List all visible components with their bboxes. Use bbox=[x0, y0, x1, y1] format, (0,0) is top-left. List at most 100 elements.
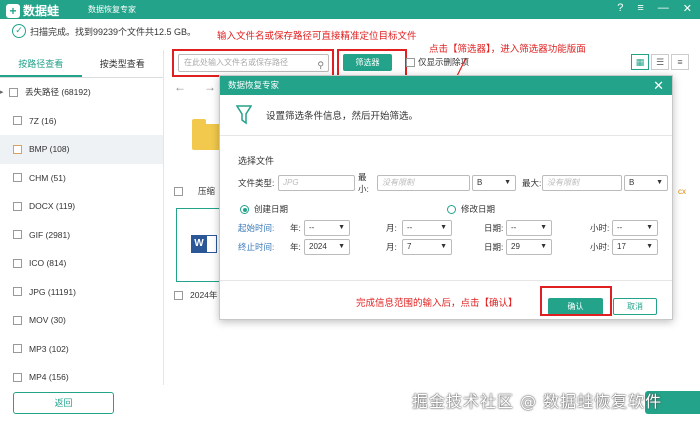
chevron-down-icon: ▼ bbox=[656, 179, 663, 186]
max-size-label: 最大: bbox=[522, 178, 542, 188]
minimize-icon[interactable]: — bbox=[658, 2, 669, 15]
tree-item[interactable]: DOCX (119) bbox=[0, 192, 163, 221]
tree-item-label: MP3 (102) bbox=[29, 343, 69, 354]
file-checkbox[interactable] bbox=[174, 290, 183, 300]
created-date-radio[interactable] bbox=[240, 204, 249, 214]
min-size-input[interactable]: 没有限制 bbox=[377, 175, 470, 191]
tree-checkbox[interactable] bbox=[13, 173, 22, 183]
start-time-label: 起始时间: bbox=[238, 223, 275, 233]
tree-item[interactable]: BMP (108) bbox=[0, 135, 163, 164]
day-label: 日期: bbox=[484, 242, 504, 252]
tree-checkbox[interactable] bbox=[13, 344, 22, 354]
only-deleted-checkbox[interactable] bbox=[406, 57, 415, 67]
start-month-select[interactable]: -- ▼ bbox=[402, 220, 452, 236]
file-item[interactable]: 2024年 bbox=[174, 289, 217, 301]
end-year-select[interactable]: 2024 ▼ bbox=[304, 239, 350, 255]
end-hour-select[interactable]: 17 ▼ bbox=[612, 239, 658, 255]
tree-item[interactable]: JPG (11191) bbox=[0, 278, 163, 307]
cancel-button[interactable]: 取消 bbox=[613, 298, 657, 315]
list-view-icon[interactable]: ☰ bbox=[651, 54, 669, 70]
tree-checkbox[interactable] bbox=[13, 258, 22, 268]
max-size-input[interactable]: 没有限制 bbox=[542, 175, 622, 191]
tree-item-label: JPG (11191) bbox=[29, 286, 76, 297]
tree-item[interactable]: CHM (51) bbox=[0, 164, 163, 193]
view-tabs: 按路径查看 按类型查看 bbox=[0, 50, 163, 78]
hour-label: 小时: bbox=[590, 242, 610, 252]
day-label: 日期: bbox=[484, 223, 504, 233]
start-year-select[interactable]: -- ▼ bbox=[304, 220, 350, 236]
tree-item[interactable]: ICO (814) bbox=[0, 249, 163, 278]
end-month-select[interactable]: 7 ▼ bbox=[402, 239, 452, 255]
close-icon[interactable]: ✕ bbox=[683, 2, 692, 15]
modified-date-option[interactable]: 修改日期 bbox=[447, 203, 495, 215]
tree-item-label: MOV (30) bbox=[29, 315, 66, 326]
year-label: 年: bbox=[290, 223, 301, 233]
tree-checkbox[interactable] bbox=[13, 230, 22, 240]
file-type-input[interactable]: JPG bbox=[278, 175, 355, 191]
min-size-unit-select[interactable]: B ▼ bbox=[472, 175, 516, 191]
end-day-select[interactable]: 29 ▼ bbox=[506, 239, 552, 255]
funnel-icon bbox=[236, 105, 252, 125]
back-arrow-icon[interactable]: ← bbox=[174, 80, 186, 94]
left-panel: 按路径查看 按类型查看 ▸ 丢失路径 (68192) 7Z (16) BMP (1… bbox=[0, 50, 164, 385]
month-label: 月: bbox=[386, 242, 397, 252]
tab-by-path[interactable]: 按路径查看 bbox=[0, 50, 82, 77]
chevron-down-icon: ▼ bbox=[646, 224, 653, 231]
app-name: 数据蛙 bbox=[23, 4, 60, 18]
word-document-icon: W bbox=[191, 235, 207, 253]
tree-checkbox[interactable] bbox=[13, 201, 22, 211]
tree-item[interactable]: MP3 (102) bbox=[0, 335, 163, 364]
tree-item-label: ICO (814) bbox=[29, 258, 67, 269]
menu-icon[interactable]: ≡ bbox=[637, 2, 643, 15]
annotation-box-confirm bbox=[540, 286, 612, 316]
created-date-label: 创建日期 bbox=[254, 204, 289, 214]
tree-item[interactable]: MOV (30) bbox=[0, 306, 163, 335]
start-day-select[interactable]: -- ▼ bbox=[506, 220, 552, 236]
tree-checkbox[interactable] bbox=[9, 87, 18, 97]
tree-item[interactable]: 7Z (16) bbox=[0, 107, 163, 136]
tree-checkbox[interactable] bbox=[13, 315, 22, 325]
file-checkbox[interactable] bbox=[174, 186, 183, 196]
end-time-label: 终止时间: bbox=[238, 242, 275, 252]
start-hour-select[interactable]: -- ▼ bbox=[612, 220, 658, 236]
file-label: 压缩 bbox=[198, 186, 216, 196]
annotation-box-filter bbox=[337, 49, 407, 77]
check-circle-icon: ✓ bbox=[12, 24, 26, 38]
tree-root[interactable]: ▸ 丢失路径 (68192) bbox=[0, 78, 163, 107]
forward-arrow-icon[interactable]: → bbox=[204, 80, 216, 94]
tree-item[interactable]: MP4 (156) bbox=[0, 363, 163, 392]
tree-checkbox[interactable] bbox=[13, 116, 22, 126]
tree-checkbox[interactable] bbox=[13, 372, 22, 382]
nav-arrows: ← → bbox=[174, 80, 216, 94]
hour-label: 小时: bbox=[590, 223, 610, 233]
tree-checkbox[interactable] bbox=[13, 144, 22, 154]
chevron-down-icon: ▼ bbox=[504, 179, 511, 186]
modified-date-radio[interactable] bbox=[447, 204, 456, 214]
logo-plus-icon: + bbox=[6, 4, 20, 18]
min-size-label: 最小: bbox=[358, 172, 369, 194]
max-size-unit-select[interactable]: B ▼ bbox=[624, 175, 668, 191]
chevron-down-icon: ▼ bbox=[540, 224, 547, 231]
file-type-label: 文件类型: bbox=[238, 178, 275, 188]
tree-item-label: 7Z (16) bbox=[29, 115, 57, 126]
annotation-confirm-hint: 完成信息范围的输入后，点击【确认】 bbox=[356, 298, 518, 309]
back-button[interactable]: 返回 bbox=[13, 392, 114, 414]
grid-view-icon[interactable]: ▦ bbox=[631, 54, 649, 70]
tree-item[interactable]: GIF (2981) bbox=[0, 221, 163, 250]
dialog-header: 设置筛选条件信息，然后开始筛选。 bbox=[220, 95, 672, 136]
select-value: 17 bbox=[617, 242, 626, 251]
file-item[interactable]: 压缩 bbox=[174, 185, 215, 197]
tree-item-label: GIF (2981) bbox=[29, 229, 71, 240]
detail-view-icon[interactable]: ≡ bbox=[671, 54, 689, 70]
tab-by-type[interactable]: 按类型查看 bbox=[82, 50, 164, 77]
created-date-option[interactable]: 创建日期 bbox=[240, 203, 288, 215]
collapse-arrow-icon[interactable]: ▸ bbox=[0, 88, 7, 96]
annotation-search-hint: 输入文件名或保存路径可直接精准定位目标文件 bbox=[217, 31, 417, 42]
start-time-row: 起始时间: 年: -- ▼ 月: -- ▼ 日期: -- ▼ 小时: -- ▼ bbox=[238, 220, 658, 236]
help-icon[interactable]: ? bbox=[617, 2, 623, 15]
chevron-down-icon: ▼ bbox=[646, 243, 653, 250]
select-value: -- bbox=[511, 223, 517, 232]
dialog-close-icon[interactable]: ✕ bbox=[653, 76, 664, 95]
tree-checkbox[interactable] bbox=[13, 287, 22, 297]
app-subtitle: 数据恢复专家 bbox=[88, 5, 136, 14]
